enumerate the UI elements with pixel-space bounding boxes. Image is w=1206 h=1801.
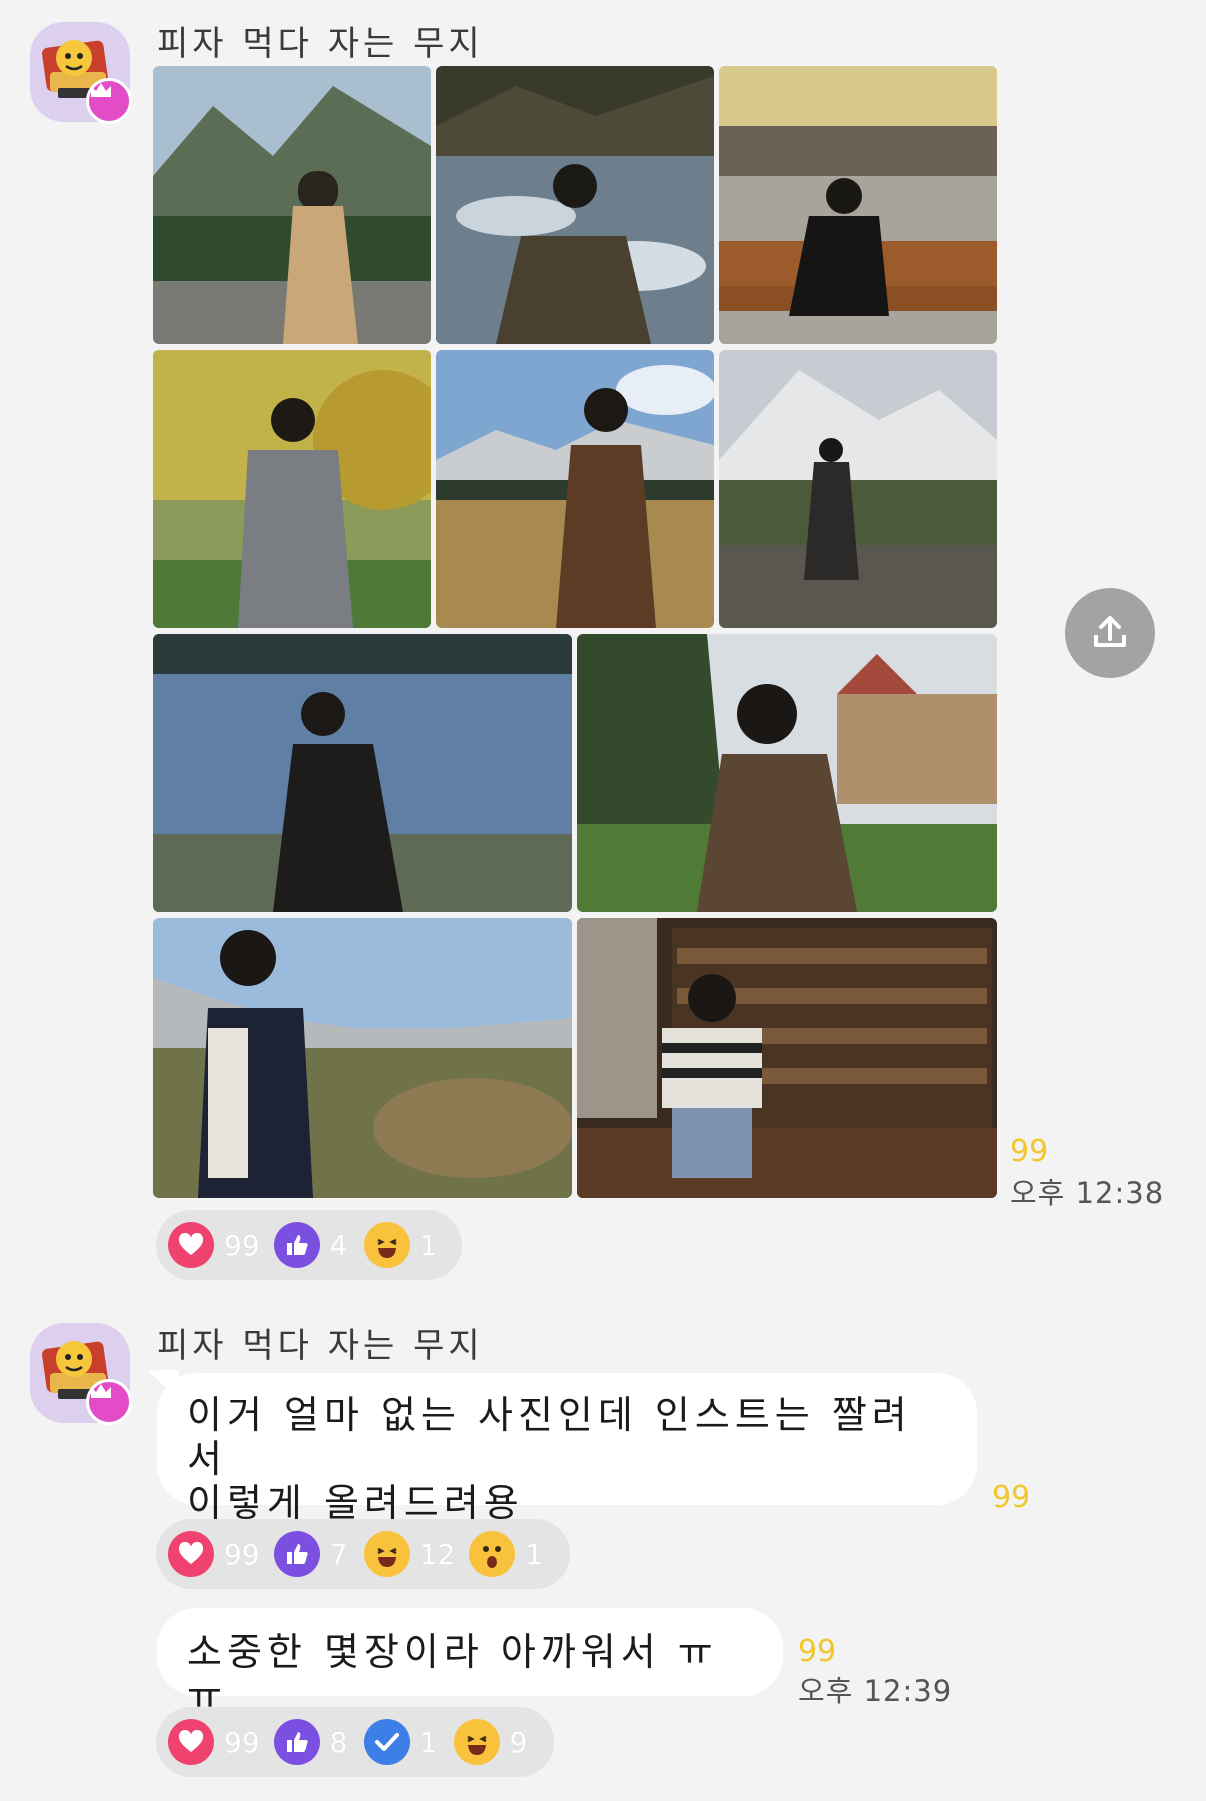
reaction-bar[interactable]: 99 4 1 — [156, 1210, 462, 1280]
reaction-heart[interactable]: 99 — [168, 1222, 260, 1268]
unread-count: 99 — [1010, 1134, 1049, 1169]
sender-avatar[interactable] — [30, 1323, 132, 1425]
reaction-laugh[interactable]: 12 — [363, 1531, 455, 1577]
share-icon — [1094, 616, 1126, 647]
message-time: 오후 12:38 — [1010, 1176, 1165, 1210]
share-button[interactable] — [1065, 588, 1155, 678]
photo-1[interactable] — [153, 66, 431, 344]
thumbs-up-icon — [273, 1531, 320, 1577]
photo-9[interactable] — [153, 918, 572, 1198]
reaction-bar[interactable]: 99 8 1 9 — [156, 1707, 554, 1777]
crown-icon — [86, 78, 132, 124]
message-text: 소중한 몇장이라 아까워서 ㅠㅠ — [187, 1630, 718, 1718]
reaction-thumbs-up[interactable]: 4 — [273, 1222, 350, 1268]
thumbs-up-icon — [273, 1222, 320, 1268]
photo-3[interactable] — [719, 66, 997, 344]
photo-7[interactable] — [153, 634, 572, 912]
photo-8[interactable] — [577, 634, 997, 912]
reaction-heart[interactable]: 99 — [168, 1719, 260, 1765]
surprised-face-icon — [469, 1531, 516, 1577]
reaction-laugh[interactable]: 9 — [453, 1719, 530, 1765]
reaction-bar[interactable]: 99 7 12 1 — [156, 1519, 570, 1589]
reaction-heart[interactable]: 99 — [168, 1531, 260, 1577]
heart-icon — [168, 1531, 214, 1577]
laughing-face-icon — [363, 1222, 410, 1268]
photo-5[interactable] — [436, 350, 714, 628]
reaction-surprised[interactable]: 1 — [469, 1531, 545, 1577]
reaction-thumbs-up[interactable]: 7 — [273, 1531, 350, 1577]
photo-2[interactable] — [436, 66, 714, 344]
check-icon — [363, 1719, 410, 1765]
sender-avatar[interactable] — [30, 22, 132, 124]
message-text-line: 이거 얼마 없는 사진인데 인스트는 짤려서 — [187, 1393, 912, 1481]
unread-count: 99 — [992, 1480, 1031, 1515]
photo-6[interactable] — [719, 350, 997, 628]
reaction-laugh[interactable]: 1 — [363, 1222, 440, 1268]
sender-name: 피자 먹다 자는 무지 — [157, 24, 484, 64]
reaction-thumbs-up[interactable]: 8 — [273, 1719, 350, 1765]
photo-4[interactable] — [153, 350, 431, 628]
laughing-face-icon — [363, 1531, 410, 1577]
sender-name: 피자 먹다 자는 무지 — [157, 1326, 484, 1366]
message-bubble[interactable]: 이거 얼마 없는 사진인데 인스트는 짤려서 이렇게 올려드려용 — [157, 1373, 977, 1525]
crown-icon — [86, 1379, 132, 1425]
unread-count: 99 — [798, 1634, 837, 1669]
laughing-face-icon — [453, 1719, 500, 1765]
heart-icon — [168, 1222, 214, 1268]
photo-10[interactable] — [577, 918, 997, 1198]
message-bubble[interactable]: 소중한 몇장이라 아까워서 ㅠㅠ — [157, 1608, 783, 1718]
reaction-check[interactable]: 1 — [363, 1719, 440, 1765]
heart-icon — [168, 1719, 214, 1765]
thumbs-up-icon — [273, 1719, 320, 1765]
message-time: 오후 12:39 — [798, 1674, 953, 1708]
